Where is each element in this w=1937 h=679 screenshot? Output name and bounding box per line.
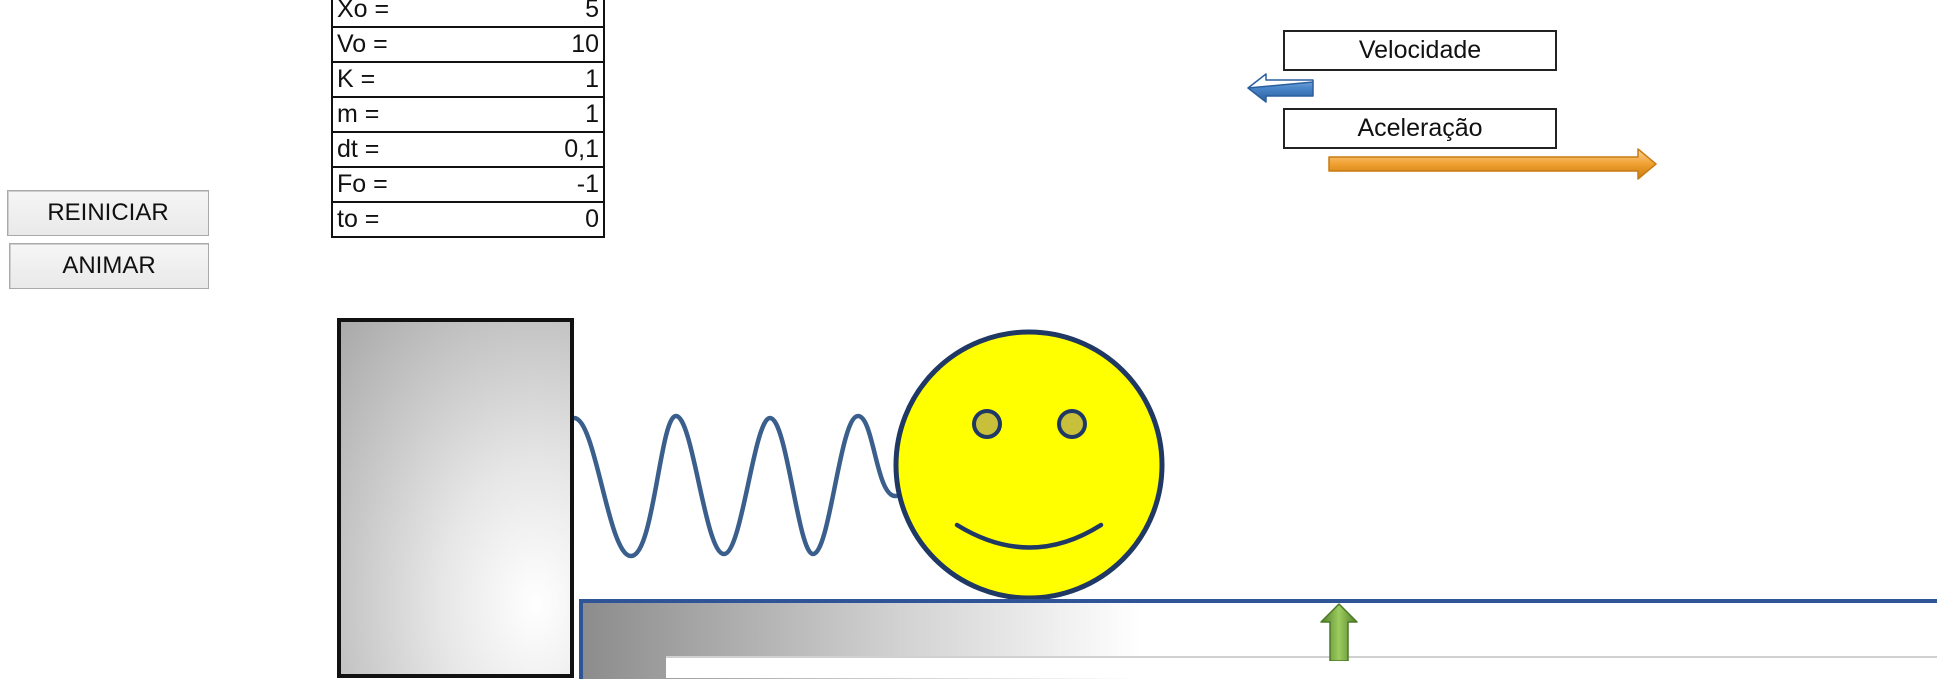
spring-icon bbox=[534, 413, 899, 559]
acceleration-arrow-icon bbox=[1328, 148, 1657, 180]
scene-graphics bbox=[534, 73, 1657, 601]
smiley-ball-icon bbox=[893, 329, 1165, 601]
floor-inner-panel bbox=[666, 656, 1937, 678]
normal-force-arrow-icon bbox=[1320, 603, 1358, 661]
wall-block bbox=[337, 318, 574, 678]
velocity-arrow-icon bbox=[1247, 73, 1314, 103]
